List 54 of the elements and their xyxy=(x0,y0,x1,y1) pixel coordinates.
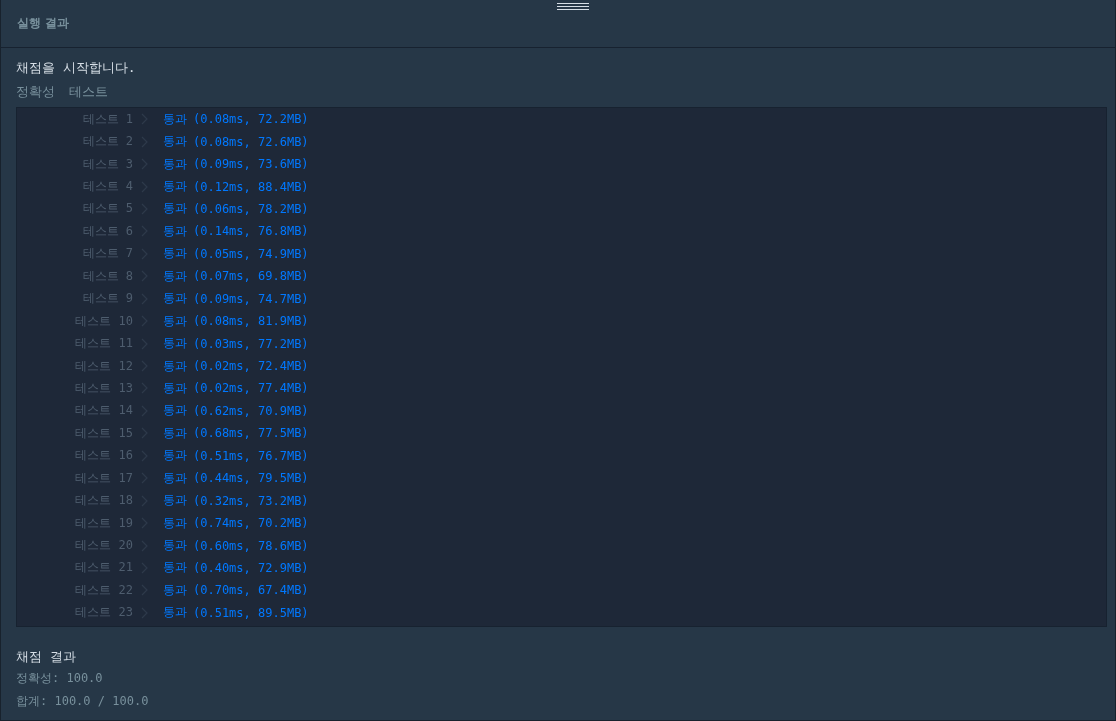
test-metrics: (0.09ms, 74.7MB) xyxy=(193,291,309,306)
test-status: 통과 xyxy=(163,110,187,128)
test-metrics: (0.06ms, 78.2MB) xyxy=(193,201,309,216)
test-status: 통과 xyxy=(163,222,187,240)
test-status: 통과 xyxy=(163,604,187,622)
test-metrics: (0.51ms, 89.5MB) xyxy=(193,605,309,620)
test-status: 통과 xyxy=(163,245,187,263)
test-metrics: (0.68ms, 77.5MB) xyxy=(193,426,309,441)
test-metrics: (0.14ms, 76.8MB) xyxy=(193,224,309,239)
test-status: 통과 xyxy=(163,290,187,308)
test-status: 통과 xyxy=(163,200,187,218)
test-metrics: (0.40ms, 72.9MB) xyxy=(193,560,309,575)
summary-title: 채점 결과 xyxy=(16,648,77,667)
test-metrics: (0.12ms, 88.4MB) xyxy=(193,179,309,194)
resize-handle-icon[interactable] xyxy=(557,2,589,12)
test-metrics: (0.44ms, 79.5MB) xyxy=(193,471,309,486)
test-metrics: (0.08ms, 81.9MB) xyxy=(193,314,309,329)
test-status: 통과 xyxy=(163,133,187,151)
test-status: 통과 xyxy=(163,469,187,487)
status-message: 채점을 시작합니다. xyxy=(16,59,137,77)
test-metrics: (0.09ms, 73.6MB) xyxy=(193,157,309,172)
test-metrics: (0.62ms, 70.9MB) xyxy=(193,403,309,418)
panel-title: 실행 결과 xyxy=(17,15,70,32)
test-metrics: (0.32ms, 73.2MB) xyxy=(193,493,309,508)
test-status: 통과 xyxy=(163,559,187,577)
test-metrics: (0.51ms, 76.7MB) xyxy=(193,448,309,463)
test-metrics: (0.05ms, 74.9MB) xyxy=(193,246,309,261)
test-metrics: (0.07ms, 69.8MB) xyxy=(193,269,309,284)
test-status: 통과 xyxy=(163,537,187,555)
test-status: 통과 xyxy=(163,267,187,285)
test-metrics: (0.02ms, 72.4MB) xyxy=(193,359,309,374)
test-status: 통과 xyxy=(163,335,187,353)
section-label: 정확성 xyxy=(16,84,55,100)
test-metrics: (0.70ms, 67.4MB) xyxy=(193,583,309,598)
summary-line: 합계: 100.0 / 100.0 xyxy=(16,693,150,711)
test-status: 통과 xyxy=(163,492,187,510)
test-metrics: (0.60ms, 78.6MB) xyxy=(193,538,309,553)
test-status: 통과 xyxy=(163,447,187,465)
test-metrics: (0.02ms, 77.4MB) xyxy=(193,381,309,396)
test-status: 통과 xyxy=(163,357,187,375)
test-status: 통과 xyxy=(163,402,187,420)
test-status: 통과 xyxy=(163,514,187,532)
test-metrics: (0.08ms, 72.2MB) xyxy=(193,112,309,127)
test-status: 통과 xyxy=(163,379,187,397)
test-metrics: (0.08ms, 72.6MB) xyxy=(193,134,309,149)
section-sublabel: 테스트 xyxy=(69,84,108,100)
test-metrics: (0.03ms, 77.2MB) xyxy=(193,336,309,351)
test-status: 통과 xyxy=(163,155,187,173)
test-status: 통과 xyxy=(163,581,187,599)
summary-line: 정확성: 100.0 xyxy=(16,670,104,688)
test-metrics: (0.74ms, 70.2MB) xyxy=(193,516,309,531)
test-status: 통과 xyxy=(163,178,187,196)
test-status: 통과 xyxy=(163,312,187,330)
test-status: 통과 xyxy=(163,424,187,442)
